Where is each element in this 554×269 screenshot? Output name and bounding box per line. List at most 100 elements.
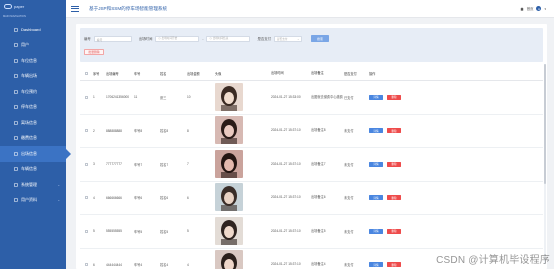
- header-cell: 出场备注: [311, 70, 324, 75]
- table-scrollbar[interactable]: [544, 64, 546, 264]
- cell-code: 444444444: [106, 262, 122, 267]
- sidebar-item-8[interactable]: 出场信息: [0, 146, 71, 162]
- cell-paid: 未支付: [344, 196, 354, 201]
- search-button[interactable]: 搜索: [311, 35, 330, 42]
- cell-note: 出图就去缴费中心缴费: [311, 94, 343, 99]
- detail-button[interactable]: 详情: [369, 228, 383, 234]
- delete-button[interactable]: 删除: [387, 228, 401, 234]
- detail-button[interactable]: 详情: [369, 161, 383, 167]
- sidebar-item-5[interactable]: 停车信息: [0, 100, 66, 116]
- sidebar-item-label: 缴费信息: [21, 135, 37, 141]
- pay-label: 是否支付: [257, 37, 272, 41]
- row-checkbox[interactable]: [80, 95, 92, 99]
- user-icon: [14, 43, 18, 48]
- cell-time: 2024-01-27 15:37:10: [271, 128, 301, 133]
- pay-select[interactable]: 是否支付: [274, 35, 303, 42]
- sidebar-item-0[interactable]: Dashboard: [0, 22, 66, 38]
- system-icon: [14, 182, 18, 187]
- avatar-image: [215, 116, 243, 145]
- row-checkbox[interactable]: [80, 196, 92, 200]
- cell-car: 车号4: [134, 263, 143, 268]
- cell-avatar: [214, 116, 270, 145]
- header-cell: 出场金额: [187, 71, 200, 76]
- date-start-input[interactable]: ◷ 出场时间开始: [155, 35, 200, 42]
- sidebar-item-label: 车辆信息: [21, 166, 37, 172]
- app-logo[interactable]: paper: [0, 0, 66, 12]
- sidebar-item-label: 车辆出场: [21, 73, 37, 79]
- cell-code: 666666666: [106, 195, 122, 200]
- cell-car: 车号5: [134, 229, 143, 234]
- chevron-down-icon[interactable]: ▾: [544, 7, 546, 11]
- header-cell: 车号: [134, 71, 141, 76]
- filter-panel: 编号 编号 出场时间 ◷ 出场时间开始 - ◷ 出场时间结束 是否支付 是否支付…: [80, 28, 543, 62]
- row-checkbox[interactable]: [80, 162, 92, 166]
- detail-button[interactable]: 详情: [369, 262, 383, 268]
- home-link[interactable]: 首页: [527, 6, 534, 11]
- delete-button[interactable]: 删除: [387, 262, 401, 268]
- cell-note: 出场备注8: [311, 128, 326, 133]
- sidebar-item-7[interactable]: 缴费信息: [0, 131, 66, 147]
- sidebar-item-label: 系统管理: [21, 181, 37, 187]
- calendar-icon: ◷: [209, 36, 212, 40]
- sidebar-item-label: 车位预约: [21, 88, 37, 94]
- cell-avatar: [214, 250, 270, 269]
- date-end-placeholder: 出场时间结束: [212, 36, 229, 40]
- detail-button[interactable]: 详情: [369, 195, 383, 201]
- sidebar-item-10[interactable]: 系统管理 ⌄: [0, 177, 66, 193]
- sidebar-item-4[interactable]: 车位预约: [0, 84, 66, 100]
- cell-time: 2024-01-27 15:37:10: [271, 262, 301, 267]
- delete-button[interactable]: 删除: [387, 128, 401, 134]
- sidebar-item-2[interactable]: 车位信息: [0, 53, 66, 69]
- cell-code: 555555555: [106, 229, 122, 234]
- cell-code: 888888888: [106, 128, 122, 133]
- exit-info-icon: [14, 151, 18, 156]
- data-table: 序号 出场编号 车号 姓名 出场金额 头像 出场时间 出场备注 是否支付 操作 …: [80, 66, 543, 269]
- cell-paid: 未支付: [344, 162, 354, 167]
- date-start-placeholder: 出场时间开始: [161, 36, 178, 40]
- reserve-icon: [14, 89, 18, 94]
- cell-amount: 7: [187, 162, 189, 167]
- row-checkbox[interactable]: [80, 229, 92, 233]
- cell-name: 姓名4: [160, 263, 169, 268]
- header-cell: 姓名: [160, 71, 167, 76]
- batch-delete-button[interactable]: 批量删除: [84, 49, 104, 55]
- top-header: 基于JSP和SSM的停车场智能管理系统 首页 A ▾: [66, 0, 554, 18]
- table-row: 4 666666666 车号6 姓名6 6 2024-01-27 15:37:10 出场备注…: [80, 182, 543, 215]
- cell-amount: 5: [187, 229, 189, 234]
- detail-button[interactable]: 详情: [369, 94, 383, 100]
- select-all-checkbox[interactable]: [80, 71, 92, 75]
- avatar-image: [215, 183, 243, 212]
- menu-toggle-icon[interactable]: [71, 5, 79, 12]
- time-label: 出场时间: [138, 37, 153, 41]
- sidebar-item-1[interactable]: 用户: [0, 38, 66, 54]
- vehicle-icon: [14, 167, 18, 172]
- row-checkbox[interactable]: [80, 129, 92, 133]
- sidebar-item-6[interactable]: 离场信息: [0, 115, 66, 131]
- avatar-image: [215, 216, 243, 245]
- avatar[interactable]: A: [536, 6, 542, 11]
- calendar-icon: ◷: [158, 36, 161, 40]
- delete-button[interactable]: 删除: [387, 195, 401, 201]
- sidebar-item-3[interactable]: 车辆出场: [0, 69, 66, 85]
- delete-button[interactable]: 删除: [387, 161, 401, 167]
- sidebar-item-11[interactable]: 用户资料 ⌄: [0, 193, 66, 209]
- date-separator: -: [202, 36, 204, 41]
- cell-name: 姓名5: [160, 229, 169, 234]
- page-title: 基于JSP和SSM的停车场智能管理系统: [89, 5, 168, 11]
- header-cell: 是否支付: [344, 71, 357, 76]
- row-checkbox[interactable]: [80, 263, 92, 267]
- header-actions: 首页 A ▾: [520, 6, 546, 11]
- sidebar-item-9[interactable]: 车辆信息: [0, 162, 66, 178]
- date-end-input[interactable]: ◷ 出场时间结束: [206, 35, 251, 42]
- code-input[interactable]: 编号: [93, 35, 132, 42]
- sidebar-item-label: 出场信息: [21, 150, 37, 156]
- delete-button[interactable]: 删除: [387, 94, 401, 100]
- home-icon[interactable]: [520, 6, 524, 11]
- cell-no: 2: [93, 128, 95, 133]
- cell-paid: 未支付: [344, 229, 354, 234]
- cell-note: 出场备注5: [311, 228, 326, 233]
- detail-button[interactable]: 详情: [369, 128, 383, 134]
- parking-icon: [14, 58, 18, 63]
- nav-section-label: MAIN NAVIGATION: [3, 15, 26, 18]
- chevron-down-icon: ⌄: [57, 182, 60, 187]
